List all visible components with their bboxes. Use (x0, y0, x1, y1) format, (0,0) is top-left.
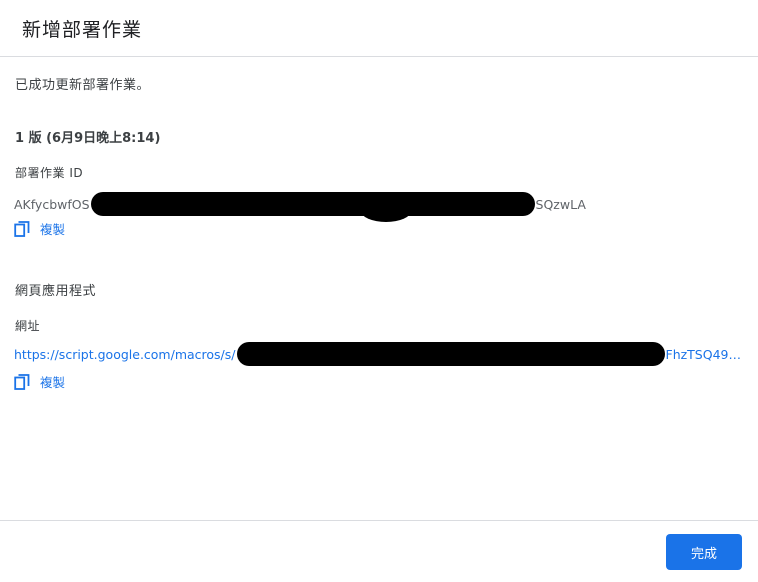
copy-label: 複製 (40, 375, 66, 390)
redaction-mark (236, 342, 665, 366)
copy-icon (14, 220, 30, 237)
dialog-title: 新增部署作業 (22, 18, 143, 41)
version-info: 1 版 (6月9日晚上8:14) (15, 131, 161, 146)
url-prefix: https://script.google.com/macros/s/ (14, 346, 236, 362)
copy-icon (14, 373, 30, 390)
redaction-mark (90, 192, 535, 222)
deployment-id-prefix: AKfycbwfOS (14, 196, 90, 212)
web-app-section-title: 網頁應用程式 (15, 284, 97, 299)
copy-deployment-id-button[interactable]: 複製 (14, 219, 65, 238)
url-label: 網址 (15, 319, 41, 333)
dialog-header: 新增部署作業 (0, 0, 758, 57)
copy-label: 複製 (40, 222, 66, 237)
dialog-body: 已成功更新部署作業。 1 版 (6月9日晚上8:14) 部署作業 ID AKfy… (0, 57, 758, 520)
deployment-id-value: AKfycbwfOS SQzwLA (14, 192, 586, 222)
url-suffix: FhzTSQ49… (665, 346, 742, 362)
done-button[interactable]: 完成 (666, 534, 742, 570)
deployment-dialog: 新增部署作業 已成功更新部署作業。 1 版 (6月9日晚上8:14) 部署作業 … (0, 0, 758, 582)
dialog-footer: 完成 (0, 520, 758, 582)
deployment-id-label: 部署作業 ID (15, 166, 84, 180)
deployment-id-suffix: SQzwLA (535, 196, 586, 212)
web-app-url-link[interactable]: https://script.google.com/macros/s/ FhzT… (14, 342, 741, 366)
copy-url-button[interactable]: 複製 (14, 372, 65, 391)
success-message: 已成功更新部署作業。 (15, 78, 151, 93)
